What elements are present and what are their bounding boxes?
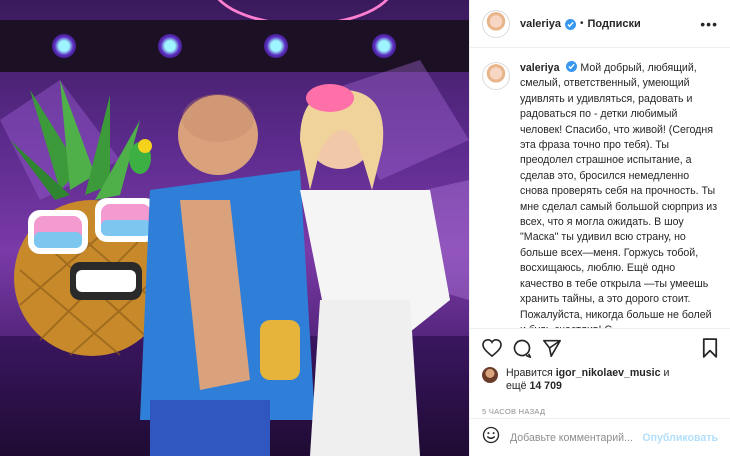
post-photo[interactable] [0,0,469,456]
more-options-icon[interactable]: ••• [700,16,718,32]
author-avatar[interactable] [482,9,510,38]
verified-badge-icon [566,61,578,72]
heart-icon[interactable] [482,339,502,357]
likes-summary: Нравится igor_nikolaev_music и ещё 14 70… [482,367,718,393]
author-username[interactable]: valeriya [520,18,561,30]
smiley-icon[interactable] [482,426,500,449]
likes-more-prefix: ещё [506,380,527,392]
likes-text: Нравится igor_nikolaev_music и ещё 14 70… [506,367,669,393]
liker-username[interactable]: igor_nikolaev_music [556,367,661,379]
post-header: valeriya • Подписки ••• [470,0,730,48]
comment-bar: Добавьте комментарий... Опубликовать [470,418,730,456]
photo-scene [0,60,469,456]
publish-button[interactable]: Опубликовать [642,432,718,444]
caption-block: valeriya Мой добрый, любящий, смелый, от… [470,48,730,328]
share-icon[interactable] [542,339,562,357]
liker-avatar[interactable] [482,367,498,383]
comment-input[interactable]: Добавьте комментарий... [510,432,642,444]
caption-username[interactable]: valeriya [520,62,559,74]
instagram-post: valeriya • Подписки ••• valeriya Мой доб… [0,0,730,456]
likes-prefix: Нравится [506,367,553,379]
comment-icon[interactable] [512,338,532,358]
caption-text: Мой добрый, любящий, смелый, ответственн… [520,62,718,328]
action-icons-row [482,335,718,361]
post-timestamp[interactable]: 5 часов назад [482,407,718,416]
following-button[interactable]: Подписки [588,18,641,30]
post-side-panel: valeriya • Подписки ••• valeriya Мой доб… [469,0,730,456]
caption-avatar[interactable] [482,62,510,90]
bookmark-icon[interactable] [702,338,718,358]
likes-conj: и [663,367,670,379]
likes-count[interactable]: 14 709 [529,380,561,392]
pink-fascinator [306,84,354,112]
caption-text-block: valeriya Мой добрый, любящий, смелый, от… [520,60,718,328]
post-actions: Нравится igor_nikolaev_music и ещё 14 70… [470,328,730,416]
verified-badge-icon [564,19,576,30]
separator-dot: • [579,18,584,29]
